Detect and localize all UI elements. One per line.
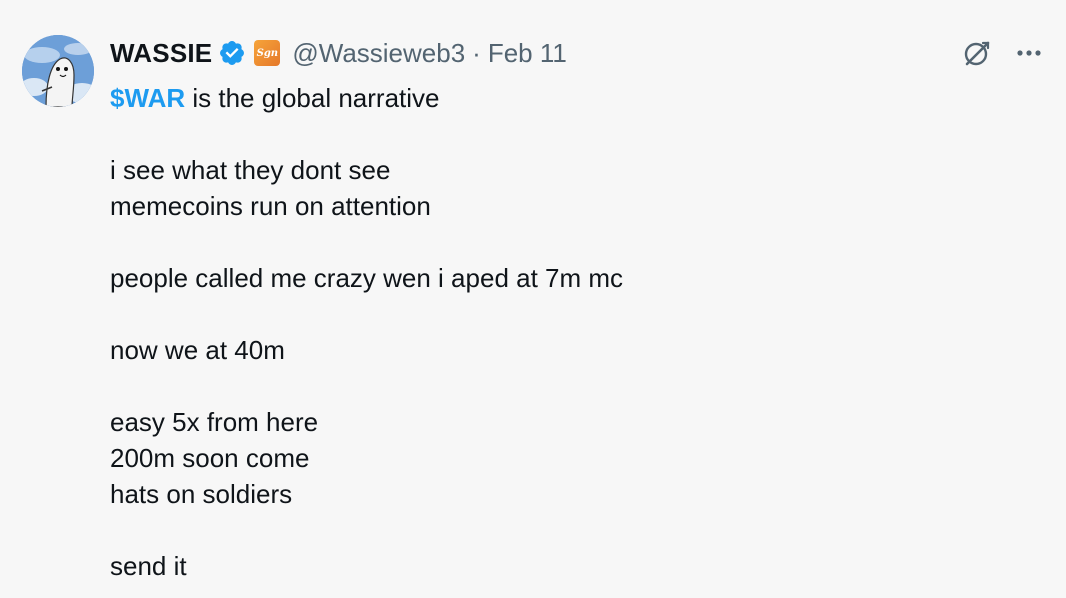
tweet-line [110, 116, 1026, 152]
tweet-text: $WAR is the global narrative i see what … [110, 80, 1026, 584]
tweet-line: hats on soldiers [110, 479, 293, 509]
tweet-card: WASSIE Sgn @Wassieweb3 · Feb 11 $WAR is … [0, 0, 1066, 598]
tweet-line: now we at 40m [110, 335, 285, 365]
tweet-line [110, 224, 1026, 260]
grok-icon[interactable] [960, 36, 994, 70]
affiliate-badge-icon[interactable]: Sgn [254, 40, 281, 66]
tweet-header: WASSIE Sgn @Wassieweb3 · Feb 11 [110, 36, 567, 70]
tweet-line [110, 296, 1026, 332]
tweet-line: memecoins run on attention [110, 191, 431, 221]
author-name[interactable]: WASSIE [110, 38, 212, 69]
tweet-line-1-text: is the global narrative [185, 83, 440, 113]
tweet-line [110, 512, 1026, 548]
tweet-line: easy 5x from here [110, 407, 319, 437]
avatar[interactable] [22, 35, 94, 107]
wassie-avatar-icon [22, 35, 94, 107]
tweet-top-actions [960, 36, 1046, 70]
tweet-line: i see what they dont see [110, 155, 391, 185]
more-icon[interactable] [1012, 36, 1046, 70]
tweet-line [110, 368, 1026, 404]
tweet-line-1: $WAR is the global narrative [110, 80, 1026, 116]
separator-dot: · [472, 37, 481, 68]
author-handle[interactable]: @Wassieweb3 [292, 38, 465, 69]
tweet-line: people called me crazy wen i aped at 7m … [110, 263, 624, 293]
cashtag-link[interactable]: $WAR [110, 83, 185, 113]
verified-badge-icon [218, 39, 246, 67]
tweet-line: send it [110, 551, 187, 581]
tweet-line: 200m soon come [110, 443, 310, 473]
tweet-date[interactable]: Feb 11 [488, 38, 567, 69]
